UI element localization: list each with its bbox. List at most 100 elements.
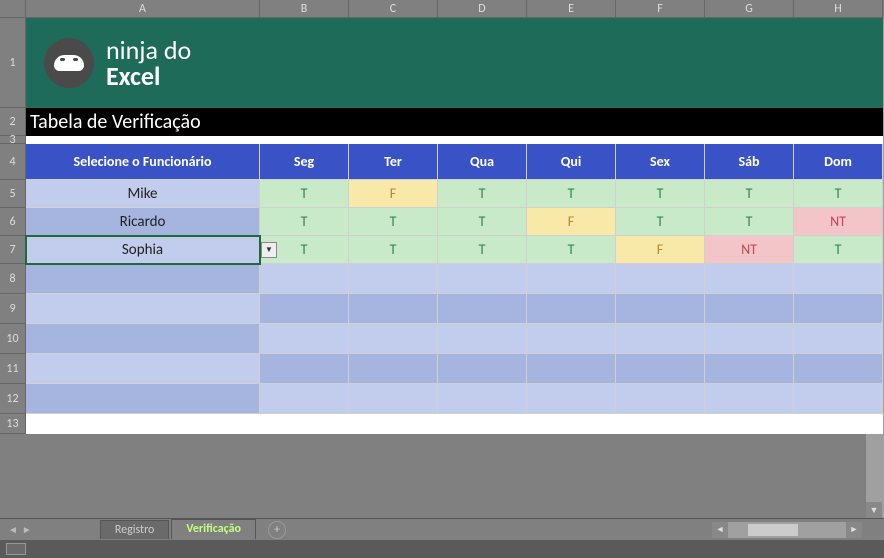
empty-cell[interactable] — [616, 294, 705, 324]
day-cell[interactable]: F — [616, 236, 705, 264]
empty-cell[interactable] — [349, 324, 438, 354]
empty-cell[interactable] — [794, 264, 883, 294]
empty-cell[interactable] — [705, 324, 794, 354]
empty-cell[interactable] — [349, 264, 438, 294]
empty-cell[interactable] — [260, 384, 349, 414]
blank-row[interactable] — [26, 414, 883, 434]
empty-cell[interactable] — [527, 354, 616, 384]
sheet-tab-verificacao[interactable]: Verificação — [171, 519, 256, 540]
employee-name-cell-selected[interactable]: Sophia ▼ — [26, 236, 260, 264]
day-cell[interactable]: T — [349, 208, 438, 236]
row-header-7[interactable]: 7 — [0, 236, 26, 264]
table-header-qui[interactable]: Qui — [527, 144, 616, 180]
col-header-A[interactable]: A — [26, 0, 260, 18]
empty-cell[interactable] — [260, 354, 349, 384]
empty-cell[interactable] — [26, 294, 260, 324]
table-header-sab[interactable]: Sáb — [705, 144, 794, 180]
day-cell[interactable]: T — [260, 180, 349, 208]
day-cell[interactable]: T — [527, 180, 616, 208]
empty-cell[interactable] — [616, 264, 705, 294]
scroll-left-button[interactable]: ◄ — [712, 522, 728, 538]
add-sheet-button[interactable]: + — [268, 521, 286, 539]
empty-cell[interactable] — [438, 384, 527, 414]
empty-cell[interactable] — [260, 264, 349, 294]
day-cell[interactable]: T — [794, 180, 883, 208]
col-header-C[interactable]: C — [349, 0, 438, 18]
row-header-6[interactable]: 6 — [0, 208, 26, 236]
col-header-B[interactable]: B — [260, 0, 349, 18]
scroll-right-button[interactable]: ► — [846, 522, 862, 538]
empty-cell[interactable] — [616, 384, 705, 414]
empty-cell[interactable] — [349, 384, 438, 414]
scroll-down-button[interactable]: ▼ — [866, 502, 882, 518]
empty-cell[interactable] — [26, 354, 260, 384]
row-header-9[interactable]: 9 — [0, 294, 26, 324]
day-cell[interactable]: T — [438, 236, 527, 264]
table-header-sex[interactable]: Sex — [616, 144, 705, 180]
day-cell[interactable]: NT — [794, 208, 883, 236]
col-header-G[interactable]: G — [705, 0, 794, 18]
day-cell[interactable]: T — [705, 208, 794, 236]
tab-nav-prev[interactable]: ◄ — [8, 523, 18, 536]
empty-cell[interactable] — [705, 294, 794, 324]
data-validation-dropdown-button[interactable]: ▼ — [261, 242, 277, 258]
empty-cell[interactable] — [438, 294, 527, 324]
row-header-10[interactable]: 10 — [0, 324, 26, 354]
empty-cell[interactable] — [705, 384, 794, 414]
day-cell[interactable]: T — [349, 236, 438, 264]
empty-cell[interactable] — [705, 354, 794, 384]
empty-cell[interactable] — [26, 384, 260, 414]
empty-cell[interactable] — [616, 354, 705, 384]
horizontal-scrollbar[interactable]: ◄ ► — [712, 522, 862, 538]
day-cell[interactable]: NT — [705, 236, 794, 264]
table-header-dom[interactable]: Dom — [794, 144, 883, 180]
empty-cell[interactable] — [527, 384, 616, 414]
day-cell[interactable]: F — [349, 180, 438, 208]
empty-cell[interactable] — [438, 324, 527, 354]
empty-cell[interactable] — [705, 264, 794, 294]
empty-cell[interactable] — [794, 294, 883, 324]
row-header-8[interactable]: 8 — [0, 264, 26, 294]
empty-cell[interactable] — [616, 324, 705, 354]
empty-cell[interactable] — [794, 384, 883, 414]
day-cell[interactable]: T — [527, 236, 616, 264]
row-header-11[interactable]: 11 — [0, 354, 26, 384]
sheet-tab-registro[interactable]: Registro — [100, 520, 170, 539]
day-cell[interactable]: T — [794, 236, 883, 264]
day-cell[interactable]: T — [438, 208, 527, 236]
empty-cell[interactable] — [794, 354, 883, 384]
day-cell[interactable]: T — [438, 180, 527, 208]
empty-cell[interactable] — [26, 264, 260, 294]
col-header-F[interactable]: F — [616, 0, 705, 18]
row-header-13[interactable]: 13 — [0, 414, 26, 434]
col-header-H[interactable]: H — [794, 0, 883, 18]
table-header-ter[interactable]: Ter — [349, 144, 438, 180]
day-cell[interactable]: F — [527, 208, 616, 236]
day-cell[interactable]: T — [260, 208, 349, 236]
empty-cell[interactable] — [349, 294, 438, 324]
empty-cell[interactable] — [438, 354, 527, 384]
row-header-1[interactable]: 1 — [0, 18, 26, 108]
table-header-employee[interactable]: Selecione o Funcionário — [26, 144, 260, 180]
employee-name-cell[interactable]: Mike — [26, 180, 260, 208]
col-header-D[interactable]: D — [438, 0, 527, 18]
empty-cell[interactable] — [26, 324, 260, 354]
empty-cell[interactable] — [349, 354, 438, 384]
empty-cell[interactable] — [527, 324, 616, 354]
day-cell[interactable]: T — [616, 208, 705, 236]
col-header-E[interactable]: E — [527, 0, 616, 18]
horizontal-scroll-thumb[interactable] — [748, 524, 798, 536]
row-header-12[interactable]: 12 — [0, 384, 26, 414]
row-header-5[interactable]: 5 — [0, 180, 26, 208]
empty-cell[interactable] — [260, 324, 349, 354]
row-header-3[interactable]: 3 — [0, 136, 26, 144]
table-header-seg[interactable]: Seg — [260, 144, 349, 180]
tab-nav-next[interactable]: ► — [22, 523, 32, 536]
empty-cell[interactable] — [527, 294, 616, 324]
day-cell[interactable]: T — [705, 180, 794, 208]
macro-record-button[interactable] — [6, 543, 26, 555]
empty-cell[interactable] — [794, 324, 883, 354]
empty-cell[interactable] — [438, 264, 527, 294]
select-all-corner[interactable] — [0, 0, 26, 18]
employee-name-cell[interactable]: Ricardo — [26, 208, 260, 236]
